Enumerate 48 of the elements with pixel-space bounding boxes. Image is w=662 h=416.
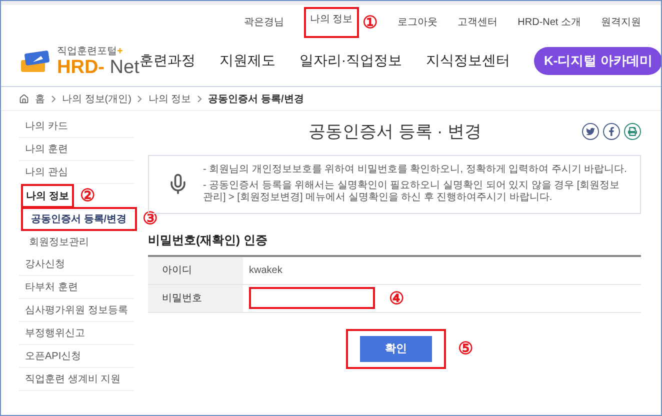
sidebar-item[interactable]: 나의 카드 xyxy=(19,115,134,138)
sidebar-item[interactable]: 강사신청 xyxy=(19,253,134,276)
sidebar-item[interactable]: 심사평가위원 정보등록 xyxy=(19,299,134,322)
confirm-button[interactable]: 확인 xyxy=(360,336,432,362)
twitter-icon[interactable] xyxy=(582,122,599,140)
sidebar-item[interactable]: 부정행위신고 xyxy=(19,322,134,345)
annotation-number: ① xyxy=(362,14,378,30)
top-link[interactable]: 원격지원 xyxy=(601,15,641,29)
chevron-icon xyxy=(51,94,56,102)
field-value: kwakek xyxy=(249,264,282,276)
nav-link[interactable]: 훈련과정 xyxy=(139,52,196,70)
chevron-icon xyxy=(137,94,142,102)
notice-text: - 공동인증서 등록을 위해서는 실명확인이 필요하오니 실명확인 되어 있지 않을 경우 [회원정보관리] > [회원정보변경] 메뉴에서 실명확인을 하신 후 진행하여주시기 바랍니다. xyxy=(203,180,621,204)
home-icon[interactable] xyxy=(19,94,29,104)
nav-link[interactable]: 일자리·직업정보 xyxy=(299,52,402,70)
facebook-icon[interactable] xyxy=(603,122,620,140)
top-link[interactable]: 곽은경님 xyxy=(244,15,284,29)
breadcrumb-link[interactable]: 나의 정보(개인) xyxy=(62,92,132,106)
password-field[interactable] xyxy=(249,287,375,309)
annotation-number: ④ xyxy=(389,290,404,306)
field-label: 비밀번호 xyxy=(148,284,243,312)
page-title: 공동인증서 등록 · 변경 xyxy=(308,120,482,142)
sidebar-item[interactable]: 나의 관심 xyxy=(19,161,134,184)
breadcrumb-current: 공동인증서 등록/변경 xyxy=(208,92,304,106)
field-label: 아이디 xyxy=(148,256,243,284)
chevron-icon xyxy=(197,94,202,102)
annotation-number: ⑤ xyxy=(458,340,473,357)
breadcrumb-link[interactable]: 나의 정보 xyxy=(148,92,192,106)
sidebar-subitem[interactable]: 공동인증서 등록/변경 xyxy=(21,206,137,230)
logo-wordmark[interactable]: HRD- Net xyxy=(57,58,140,77)
sidebar-item[interactable]: 오픈API신청 xyxy=(19,345,134,368)
nav-button[interactable]: K-디지털 아카데미 xyxy=(534,46,661,74)
top-link[interactable]: HRD-Net 소개 xyxy=(518,15,581,29)
sidebar-subitem[interactable]: 회원정보관리 xyxy=(19,230,134,253)
breadcrumb-link[interactable]: 홈 xyxy=(35,92,45,106)
logo-tagline: 직업훈련포털+ xyxy=(57,45,124,58)
section-title: 비밀번호(재확인) 인증 xyxy=(148,232,268,248)
nav-link[interactable]: 지식정보센터 xyxy=(426,52,510,70)
top-link[interactable]: 고객센터 xyxy=(458,15,498,29)
sidebar-item[interactable]: 나의 훈련 xyxy=(19,138,134,161)
annotation-number: ② xyxy=(80,187,95,204)
top-link[interactable]: 로그아웃 xyxy=(398,15,438,29)
sidebar-item[interactable]: 직업훈련 생계비 지원 xyxy=(19,368,134,391)
notice-text: - 회원님의 개인정보보호를 위하여 비밀번호를 확인하오니, 정확하게 입력하여 주시기 바랍니다. xyxy=(203,164,628,176)
nav-link[interactable]: 지원제도 xyxy=(219,52,276,70)
sidebar-item[interactable]: 타부처 훈련 xyxy=(19,276,134,299)
print-icon[interactable] xyxy=(624,122,641,140)
top-link[interactable]: 나의 정보 xyxy=(304,6,359,38)
